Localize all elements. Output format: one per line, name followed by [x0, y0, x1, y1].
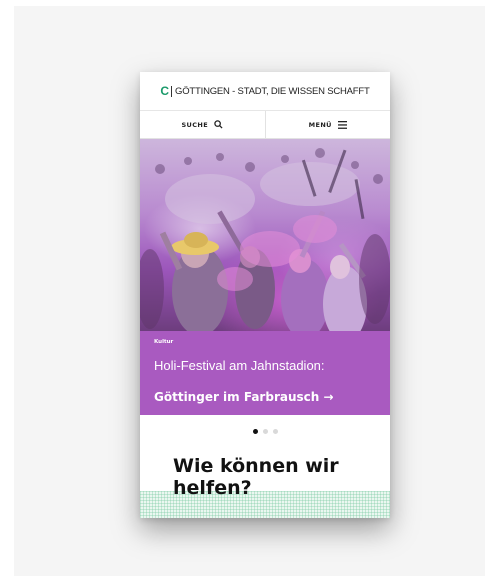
carousel-dot-2[interactable] [262, 428, 268, 434]
hero-image[interactable] [140, 139, 390, 331]
article-title[interactable]: Holi-Festival am Jahnstadion: [154, 358, 376, 373]
festival-crowd-image [140, 148, 390, 331]
article-subtitle[interactable]: Göttinger im Farbrausch → [154, 390, 376, 405]
site-brand-text[interactable]: GÖTTINGEN - STADT, DIE WISSEN SCHAFFT [175, 86, 370, 97]
hero-caption[interactable]: Kultur Holi-Festival am Jahnstadion: Göt… [140, 331, 390, 415]
menu-button[interactable]: MENÜ [264, 111, 391, 138]
category-tag[interactable]: Kultur [154, 339, 173, 345]
logo-divider [171, 85, 173, 97]
carousel-pagination [140, 415, 390, 447]
mobile-screen: C GÖTTINGEN - STADT, DIE WISSEN SCHAFFT … [140, 72, 390, 518]
main-nav: SUCHE MENÜ [140, 111, 390, 139]
hamburger-icon [337, 120, 347, 129]
search-icon [214, 120, 223, 129]
city-logo[interactable]: C [160, 84, 169, 98]
carousel-dot-1[interactable] [252, 428, 258, 434]
carousel-dot-3[interactable] [272, 428, 278, 434]
search-button[interactable]: SUCHE [140, 111, 265, 138]
help-section: Wie können wir helfen? [140, 447, 390, 518]
help-heading: Wie können wir helfen? [173, 455, 339, 499]
site-header: C GÖTTINGEN - STADT, DIE WISSEN SCHAFFT [140, 72, 390, 111]
search-label: SUCHE [181, 120, 209, 129]
menu-label: MENÜ [308, 120, 332, 129]
